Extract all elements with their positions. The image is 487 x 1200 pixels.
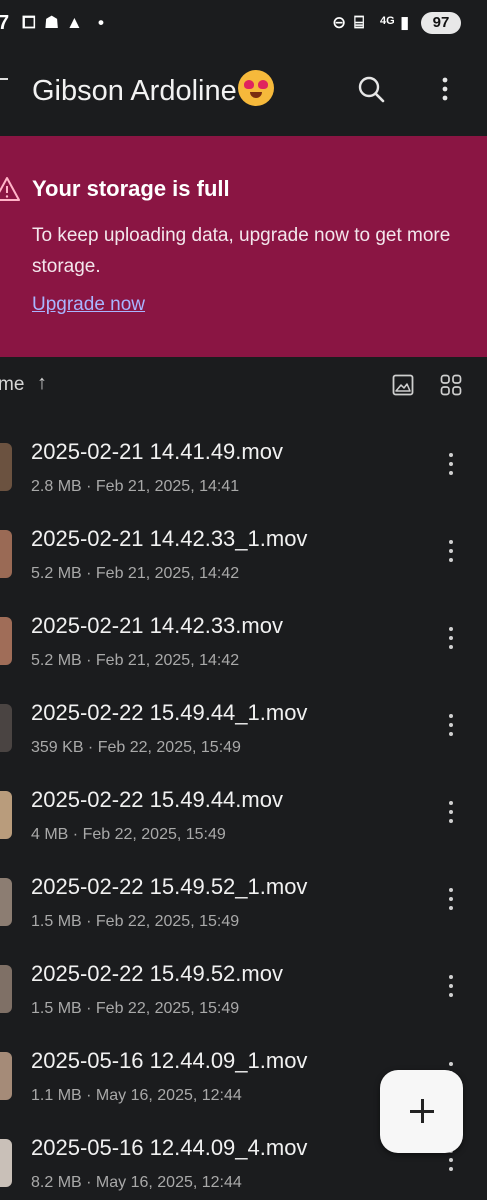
list-item[interactable]: 2025-02-21 14.41.49.mov 2.8 MB · Feb 21,… [0,417,487,504]
file-name: 2025-05-16 12.44.09_4.mov [31,1135,308,1160]
warning-icon [0,177,20,201]
file-meta: 8.2 MB · May 16, 2025, 12:44 [31,1174,242,1191]
video-thumbnail [0,530,12,578]
video-thumbnail [0,443,12,491]
sort-label[interactable]: me [0,374,24,396]
app-bar: Gibson Ardoline [0,50,487,136]
video-thumbnail [0,1052,12,1100]
video-thumbnail [0,791,12,839]
list-item[interactable]: 2025-02-22 15.49.52_1.mov 1.5 MB · Feb 2… [0,852,487,939]
more-options-icon[interactable] [434,74,456,104]
sort-direction-icon[interactable]: ↑ [37,372,47,395]
more-options-icon[interactable] [441,714,461,744]
banner-title: Your storage is full [32,176,230,201]
list-item[interactable]: 2025-02-22 15.49.44_1.mov 359 KB · Feb 2… [0,678,487,765]
notification-dot-icon: • [98,13,104,32]
grid-view-icon[interactable] [440,374,462,396]
more-options-icon[interactable] [441,627,461,657]
gamepad-icon: ☗ [44,13,60,32]
status-bar: 7 ⧠ ☗ ▲ • ⊖ ⌸ 4G ▮ 97 [0,0,487,50]
banner-message: To keep uploading data, upgrade now to g… [32,225,451,277]
video-thumbnail [0,878,12,926]
file-meta: 2.8 MB · Feb 21, 2025, 14:41 [31,478,240,495]
file-name: 2025-02-22 15.49.52_1.mov [31,874,308,899]
more-options-icon[interactable] [441,1149,461,1179]
page-title-text: Gibson Ardoline [32,75,237,107]
list-item[interactable]: 2025-02-21 14.42.33_1.mov 5.2 MB · Feb 2… [0,504,487,591]
file-name: 2025-02-22 15.49.44_1.mov [31,700,308,725]
more-options-icon[interactable] [441,540,461,570]
status-time: 7 [0,12,10,34]
video-thumbnail [0,1139,12,1187]
list-item[interactable]: 2025-02-22 15.49.44.mov 4 MB · Feb 22, 2… [0,765,487,852]
file-meta: 359 KB · Feb 22, 2025, 15:49 [31,739,241,756]
file-name: 2025-02-21 14.42.33_1.mov [31,526,308,551]
video-thumbnail [0,965,12,1013]
file-meta: 1.5 MB · Feb 22, 2025, 15:49 [31,913,240,930]
file-name: 2025-02-22 15.49.52.mov [31,961,283,986]
page-title: Gibson Ardoline [32,70,274,108]
search-icon[interactable] [356,74,386,104]
warning-status-icon: ▲ [66,13,83,32]
network-type: 4G [380,15,395,27]
back-arrow-icon[interactable] [0,78,8,80]
list-item[interactable]: 2025-02-22 15.49.52.mov 1.5 MB · Feb 22,… [0,939,487,1026]
file-meta: 5.2 MB · Feb 21, 2025, 14:42 [31,565,240,582]
file-meta: 4 MB · Feb 22, 2025, 15:49 [31,826,226,843]
upgrade-now-link[interactable]: Upgrade now [32,294,145,316]
file-name: 2025-02-21 14.42.33.mov [31,613,283,638]
dnd-icon: ⊖ [332,13,347,32]
battery-indicator: 97 [421,12,461,34]
more-options-icon[interactable] [441,801,461,831]
screenshot-icon: ⧠ [22,13,36,32]
video-thumbnail [0,617,12,665]
signal-icon: ▮ [400,13,410,32]
storage-full-banner: Your storage is full To keep uploading d… [0,136,487,357]
image-view-icon[interactable] [392,374,414,396]
file-meta: 5.2 MB · Feb 21, 2025, 14:42 [31,652,240,669]
more-options-icon[interactable] [441,453,461,483]
more-options-icon[interactable] [441,888,461,918]
more-options-icon[interactable] [441,975,461,1005]
file-name: 2025-02-22 15.49.44.mov [31,787,283,812]
file-meta: 1.5 MB · Feb 22, 2025, 15:49 [31,1000,240,1017]
bed-icon: ⌸ [354,13,365,32]
file-name: 2025-02-21 14.41.49.mov [31,439,283,464]
sort-bar: me ↑ [0,357,487,417]
heart-eyes-emoji-icon [237,70,274,106]
list-item[interactable]: 2025-02-21 14.42.33.mov 5.2 MB · Feb 21,… [0,591,487,678]
file-name: 2025-05-16 12.44.09_1.mov [31,1048,308,1073]
add-button[interactable] [380,1070,463,1153]
video-thumbnail [0,704,12,752]
file-meta: 1.1 MB · May 16, 2025, 12:44 [31,1087,242,1104]
